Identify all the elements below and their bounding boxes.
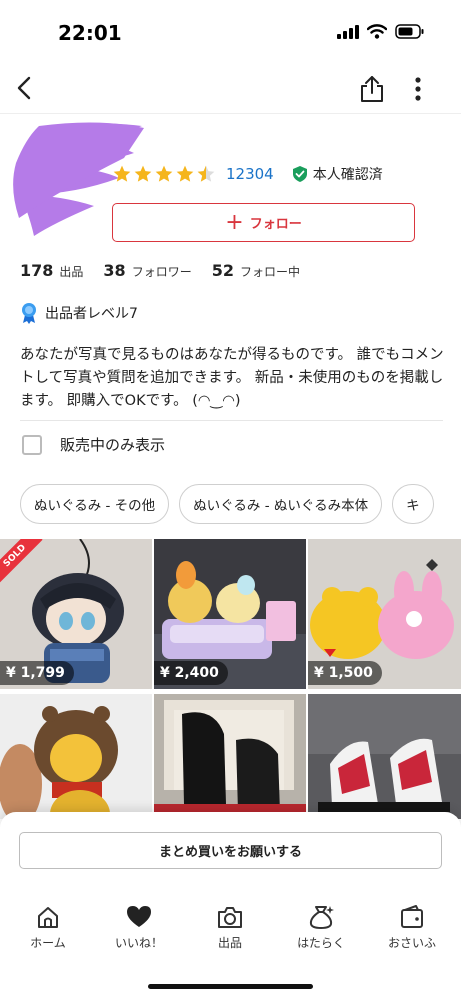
money-bag-icon [309,906,334,930]
item-tile[interactable]: ¥ 2,400 [154,539,306,689]
stat-listings-label: 出品 [59,265,84,279]
profile-bio: あなたが写真で見るものはあなたが得るものです。 誰でもコメントして写真や質問を追… [20,347,444,409]
item-image [308,694,461,819]
more-options-button[interactable] [408,76,428,102]
tab-work[interactable]: はたらく [281,904,361,951]
status-time: 22:01 [58,21,122,45]
verified-label: 本人確認済 [312,167,383,183]
plus-icon: + [225,209,244,235]
item-tile[interactable]: ¥ 1,500 [308,539,461,689]
star-icon [113,165,131,182]
more-vertical-icon [415,77,421,101]
follow-button[interactable]: + フォロー [112,203,415,242]
back-button[interactable] [12,74,40,102]
bulk-purchase-button[interactable]: まとめ買いをお願いする [19,832,442,869]
tab-wallet[interactable]: おさいふ [372,904,452,951]
cellular-signal-icon [337,24,359,39]
stat-followers[interactable]: 38 フォロワー [103,261,191,280]
badge-ribbon-icon [22,303,36,324]
tab-home-label: ホーム [30,936,66,950]
category-chip[interactable]: ぬいぐるみ - その他 [20,484,170,524]
tab-work-label: はたらく [297,936,345,950]
stat-following-label: フォロー中 [239,265,300,279]
share-button[interactable] [358,74,386,104]
star-rating [112,164,216,184]
chevron-left-icon [17,76,31,100]
rating-count-link[interactable]: 12304 [226,165,274,183]
item-image [154,694,306,819]
heart-icon [127,906,151,927]
tab-home[interactable]: ホーム [8,904,88,951]
price-tag: ¥ 1,500 [308,661,382,685]
tab-wallet-label: おさいふ [387,936,436,950]
status-bar: 22:01 [0,0,461,60]
wifi-icon [367,24,387,39]
category-chip[interactable]: ぬいぐるみ - ぬいぐるみ本体 [179,484,383,524]
on-sale-label: 販売中のみ表示 [60,436,166,454]
price-tag: ¥ 1,799 [0,661,74,685]
stat-listings-count: 178 [20,261,54,280]
tab-sell[interactable]: 出品 [190,904,270,951]
wallet-icon [401,905,423,928]
status-icons [337,24,425,39]
item-image [0,694,152,819]
category-chip[interactable]: キ [392,484,434,524]
on-sale-checkbox[interactable] [22,434,42,455]
stat-followers-count: 38 [103,261,126,280]
home-indicator [148,984,313,989]
bottom-tab-bar: ホーム いいね！ 出品 はたらく おさいふ [0,904,461,960]
share-icon [361,76,383,102]
stat-following-count: 52 [211,261,234,280]
item-grid: SOLD ¥ 1,799 ¥ 2,400 ¥ 1,500 [0,539,461,819]
category-chips: ぬいぐるみ - その他 ぬいぐるみ - ぬいぐるみ本体 キ [20,484,434,524]
camera-icon [218,907,242,928]
item-tile[interactable] [0,694,152,819]
seller-level[interactable]: 出品者レベル7 [20,302,138,324]
follow-button-label: フォロー [249,217,302,232]
stat-followers-label: フォロワー [131,265,192,279]
top-navigation [0,62,461,114]
star-icon [176,165,194,182]
rating-row: 12304 本人確認済 [112,162,383,186]
item-tile[interactable]: SOLD ¥ 1,799 [0,539,152,689]
profile-stats: 178 出品 38 フォロワー 52 フォロー中 [20,261,320,280]
star-icon [134,165,152,182]
price-tag: ¥ 2,400 [154,661,228,685]
tab-likes-label: いいね！ [114,936,163,950]
home-icon [38,907,58,928]
item-tile[interactable] [154,694,306,819]
on-sale-filter[interactable]: 販売中のみ表示 [22,434,165,455]
half-star-icon [197,165,215,182]
tab-likes[interactable]: いいね！ [99,904,179,951]
tab-sell-label: 出品 [217,936,242,950]
stat-following[interactable]: 52 フォロー中 [212,261,300,280]
battery-icon [395,24,424,39]
item-tile[interactable] [308,694,461,819]
stat-listings[interactable]: 178 出品 [20,261,83,280]
verified-shield-icon [292,166,307,182]
verified-badge: 本人確認済 [292,164,383,184]
divider [20,420,443,421]
seller-level-label: 出品者レベル7 [45,306,138,322]
star-icon [155,165,173,182]
